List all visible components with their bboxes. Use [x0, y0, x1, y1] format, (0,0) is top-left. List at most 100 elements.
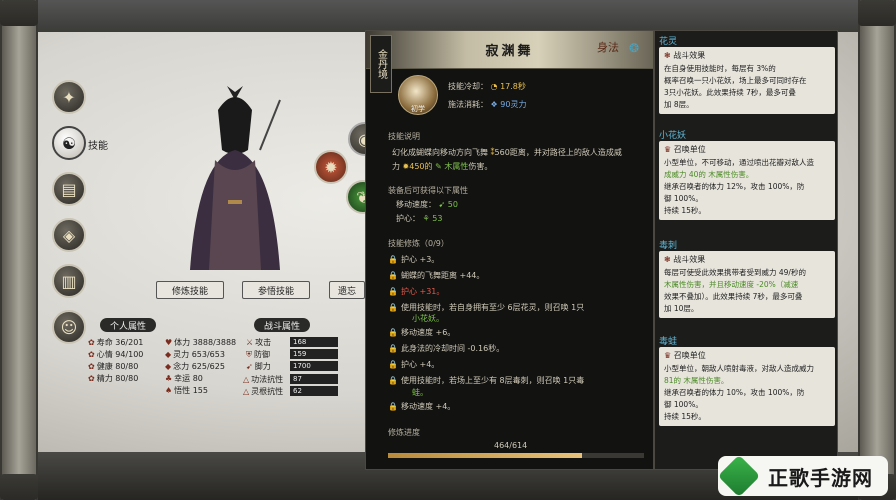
stat-footwork: ➹ 脚力	[246, 362, 271, 371]
train-row: 🔒 使用技能时，若场上至少有 8层毒刺，则召唤 1只毒	[388, 376, 585, 385]
desc-header: 技能说明	[388, 132, 420, 141]
stat-attack-value: 168	[290, 337, 338, 347]
lock-icon: 🔒	[388, 255, 398, 264]
desc-line-2: 力 ✹450的 ✎ 木属性伤害。	[392, 162, 493, 171]
cost-row: 施法消耗： ❖ 90灵力	[448, 100, 527, 109]
stat-attack: ⚔ 攻击	[246, 338, 272, 347]
lock-icon: 🔒	[388, 360, 398, 369]
site-watermark-text: 正歌手游网	[768, 465, 873, 490]
card-line: 3只小花妖。此效果持续 7秒，最多可叠	[664, 88, 796, 97]
stat-spirit: ◆ 灵力 653/653	[165, 350, 225, 359]
stat-insight: ♠ 悟性 155	[165, 386, 208, 395]
character-portrait	[190, 86, 281, 270]
card-title: 毒蛙	[659, 337, 678, 347]
stat-energy: ✿ 精力 80/80	[88, 374, 139, 383]
card-line: 每层可使受此效果携带者受到威力 49/秒的	[664, 268, 806, 277]
card-subtitle: ❃ 战斗效果	[664, 255, 706, 264]
site-logo-icon	[717, 454, 761, 498]
lock-icon: 🔒	[388, 287, 398, 296]
skill-icon: 初学	[398, 75, 438, 115]
card-line: 在自身使用技能时，每层有 3%的	[664, 64, 776, 73]
nav-people-icon[interactable]: ☺	[52, 310, 86, 344]
glossary-card-poison-frog: 毒蛙 ♛ 召唤单位 小型单位，朝敌人喷射毒液，对敌人造成威力 81的 木属性伤害…	[659, 337, 835, 426]
train-row: 🔒 移动速度 +4。	[388, 402, 456, 411]
card-line: 木属性伤害，并且移动速度 -20%（减速	[664, 280, 799, 289]
glossary-card-flower-spirit: 花灵 ❃ 战斗效果 在自身使用技能时，每层有 3%的 概率召唤一只小花妖，场上最…	[659, 37, 835, 114]
stat-luck: ♣ 幸运 80	[165, 374, 203, 383]
card-line: 81的 木属性伤害。	[664, 376, 729, 385]
train-skill-button[interactable]: 修炼技能	[156, 281, 224, 299]
forget-skill-button[interactable]: 遗忘	[329, 281, 365, 299]
stat-defense-value: 159	[290, 349, 338, 359]
lock-icon: 🔒	[388, 402, 398, 411]
right-scroll-rod	[858, 0, 896, 500]
card-line: 持续 15秒。	[664, 412, 706, 421]
equip-header: 装备后可获得以下属性	[388, 186, 468, 195]
card-line: 继承召唤者的体力 12%，攻击 100%，防	[664, 182, 805, 191]
nav-book-icon[interactable]: ▤	[52, 172, 86, 206]
card-line: 继承召唤者的体力 10%，攻击 100%，防	[664, 388, 805, 397]
train-row-cont: 小花妖。	[412, 314, 444, 323]
glossary-card-poison-thorn: 毒刺 ❃ 战斗效果 每层可使受此效果携带者受到威力 49/秒的 木属性伤害，并且…	[659, 241, 835, 318]
equip-guard: 护心： ⚘ 53	[396, 214, 443, 223]
mana-icon: ❖	[490, 100, 498, 109]
skill-slot-2-icon[interactable]: ✹	[314, 150, 348, 184]
skill-level-label: 初学	[411, 105, 425, 113]
nav-skill-icon[interactable]: ☯	[52, 126, 86, 160]
card-title: 小花妖	[659, 131, 687, 141]
wind-element-icon: ❂	[628, 41, 639, 55]
stat-lifespan: ✿ 寿命 36/201	[88, 338, 144, 347]
progress-header: 修炼进度	[388, 428, 420, 437]
card-subtitle: ♛ 召唤单位	[664, 145, 706, 154]
skill-type: 身法	[597, 41, 619, 54]
card-line: 持续 15秒。	[664, 206, 706, 215]
card-title: 毒刺	[659, 241, 678, 251]
card-line: 加 10层。	[664, 304, 699, 313]
lock-icon: 🔒	[388, 344, 398, 353]
nav-skill-label: 技能	[88, 141, 108, 152]
train-header: 技能修炼（0/9）	[388, 239, 449, 248]
train-row: 🔒 护心 +3。	[388, 255, 440, 264]
equip-speed: 移动速度： ➹ 50	[396, 200, 458, 209]
nav-scroll-icon[interactable]: ▥	[52, 264, 86, 298]
train-row: 🔒 使用技能时，若自身拥有至少 6层花灵，则召唤 1只	[388, 303, 585, 312]
card-title: 花灵	[659, 37, 678, 47]
stat-health: ✿ 健康 80/80	[88, 362, 139, 371]
train-row: 🔒 移动速度 +6。	[388, 328, 456, 337]
game-screen: ✦ ☯ 技能 ▤ ◈ ▥ ☺ ◉ ✹ ❦ 修炼技能 参悟技能 遗忘 个人属性 战…	[0, 0, 896, 500]
card-line: 效果不叠加）。此效果持续 7秒，最多可叠	[664, 292, 803, 301]
stat-technique-resist: △ 功法抗性	[243, 375, 284, 384]
desc-line-1: 幻化成蝴蝶向移动方向飞舞 ⁑560距离，并对路径上的敌人造成威	[392, 148, 622, 157]
lock-icon: 🔒	[388, 328, 398, 337]
cooldown-row: 技能冷却： ◔ 17.8秒	[448, 82, 526, 91]
card-line: 小型单位，朝敌人喷射毒液，对敌人造成威力	[664, 364, 814, 373]
train-row: 🔒 护心 +4。	[388, 360, 440, 369]
train-row: 🔒 护心 +31。	[388, 287, 445, 296]
top-border	[0, 0, 896, 32]
train-row: 🔒 此身法的冷却时间 -0.16秒。	[388, 344, 505, 353]
stat-technique-resist-value: 87	[290, 374, 338, 384]
skill-detail-panel: 金丹境 寂渊舞 身法 ❂ 初学 技能冷却： ◔ 17.8秒 施法消耗： ❖ 90…	[365, 30, 654, 470]
nav-bag-icon[interactable]: ◈	[52, 218, 86, 252]
lock-icon: 🔒	[388, 271, 398, 280]
lock-icon: 🔒	[388, 376, 398, 385]
card-subtitle: ❃ 战斗效果	[664, 51, 706, 60]
stat-stamina: ♥ 体力 3888/3888	[165, 338, 237, 347]
combat-attributes-header: 战斗属性	[254, 318, 310, 332]
comprehend-skill-button[interactable]: 参悟技能	[242, 281, 310, 299]
train-row-cont: 蛙。	[412, 388, 428, 397]
progress-value: 464/614	[494, 441, 528, 450]
glossary-card-small-flower-demon: 小花妖 ♛ 召唤单位 小型单位，不可移动，通过喷出花瓣对敌人造 成威力 40的 …	[659, 131, 835, 220]
train-row: 🔒 蝴蝶的飞舞距离 +44。	[388, 271, 485, 280]
progress-bar	[388, 453, 644, 458]
card-line: 御 100%。	[664, 400, 703, 409]
stat-defense: ⛨ 防御	[246, 350, 270, 359]
glossary-panel: 花灵 ❃ 战斗效果 在自身使用技能时，每层有 3%的 概率召唤一只小花妖，场上最…	[654, 30, 838, 470]
card-line: 加 8层。	[664, 100, 694, 109]
nav-cultivation-icon[interactable]: ✦	[52, 80, 86, 114]
card-line: 御 100%。	[664, 194, 703, 203]
stat-footwork-value: 1700	[290, 361, 338, 371]
card-subtitle: ♛ 召唤单位	[664, 351, 706, 360]
personal-attributes-header: 个人属性	[100, 318, 156, 332]
stat-mind: ◆ 念力 625/625	[165, 362, 225, 371]
